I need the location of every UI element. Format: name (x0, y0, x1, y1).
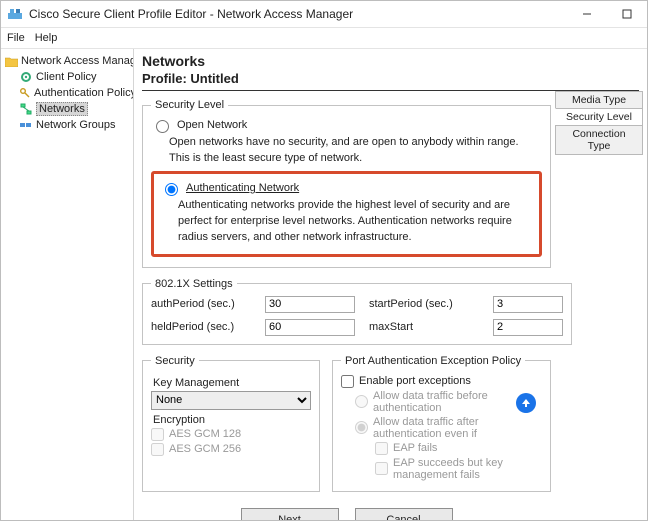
maxstart-input[interactable] (493, 319, 563, 336)
open-network-radio[interactable] (156, 120, 169, 133)
tree-item-auth-policy[interactable]: Authentication Policy (3, 85, 133, 101)
security-level-legend: Security Level (151, 99, 228, 111)
tab-security-level[interactable]: Security Level (555, 108, 643, 126)
security-level-group: Security Level Open Network Open network… (142, 99, 551, 268)
content-pane: Networks Profile: Untitled Media Type Se… (134, 49, 647, 520)
cancel-button[interactable]: Cancel (355, 508, 453, 520)
port-policy-group: Port Authentication Exception Policy Ena… (332, 355, 551, 492)
maxstart-label: maxStart (369, 321, 479, 333)
startperiod-input[interactable] (493, 296, 563, 313)
menu-file[interactable]: File (7, 32, 25, 44)
tree-item-client-policy[interactable]: Client Policy (3, 69, 133, 85)
profile-title: Profile: Untitled (142, 71, 639, 86)
heldperiod-label: heldPeriod (sec.) (151, 321, 251, 333)
enc-opt-0[interactable]: AES GCM 128 (151, 428, 311, 441)
allow-before-auth: Allow data traffic before authentication (355, 390, 542, 414)
window-title: Cisco Secure Client Profile Editor - Net… (29, 7, 567, 21)
tree-root[interactable]: Network Access Manager (3, 53, 133, 69)
allow-before-auth-radio (355, 395, 368, 408)
enc-opt-1-checkbox[interactable] (151, 443, 164, 456)
open-network-desc: Open networks have no security, and are … (169, 135, 542, 167)
authperiod-input[interactable] (265, 296, 355, 313)
dot1x-group: 802.1X Settings authPeriod (sec.) startP… (142, 278, 572, 345)
tree-item-networks[interactable]: Networks (3, 101, 133, 117)
open-network-label: Open Network (177, 119, 247, 131)
auth-network-label: Authenticating Network (186, 182, 299, 194)
group-icon (19, 118, 33, 132)
eap-succeeds-checkbox (375, 462, 388, 475)
menubar: File Help (1, 28, 647, 49)
startperiod-label: startPeriod (sec.) (369, 298, 479, 310)
tab-connection-type[interactable]: Connection Type (555, 125, 643, 155)
titlebar: Cisco Secure Client Profile Editor - Net… (1, 1, 647, 28)
encryption-label: Encryption (153, 414, 311, 426)
security-group: Security Key Management None Encryption … (142, 355, 320, 492)
page-title: Networks (142, 53, 639, 69)
side-tabs: Media Type Security Level Connection Typ… (555, 91, 643, 154)
allow-after-auth: Allow data traffic after authentication … (355, 416, 542, 440)
key-icon (19, 86, 31, 100)
next-button[interactable]: Next (241, 508, 339, 520)
authperiod-label: authPeriod (sec.) (151, 298, 251, 310)
folder-icon (5, 54, 18, 68)
network-icon (19, 102, 33, 116)
enc-opt-0-checkbox[interactable] (151, 428, 164, 441)
keymgmt-label: Key Management (153, 377, 311, 389)
menu-help[interactable]: Help (35, 32, 58, 44)
tab-media-type[interactable]: Media Type (555, 91, 643, 109)
eap-succeeds: EAP succeeds but key management fails (375, 457, 542, 481)
enable-port-exceptions-checkbox[interactable] (341, 375, 354, 388)
enable-port-exceptions[interactable]: Enable port exceptions (341, 375, 542, 388)
app-icon (7, 6, 23, 22)
footer-buttons: Next Cancel (142, 502, 551, 520)
nav-tree: Network Access Manager Client Policy Aut… (1, 49, 134, 520)
heldperiod-input[interactable] (265, 319, 355, 336)
gear-icon (19, 70, 33, 84)
maximize-button[interactable] (607, 1, 647, 27)
window: Cisco Secure Client Profile Editor - Net… (0, 0, 648, 521)
eap-fails: EAP fails (375, 442, 542, 455)
dot1x-legend: 802.1X Settings (151, 278, 237, 290)
security-legend: Security (151, 355, 199, 367)
port-policy-legend: Port Authentication Exception Policy (341, 355, 525, 367)
minimize-button[interactable] (567, 1, 607, 27)
auth-network-desc: Authenticating networks provide the high… (178, 198, 533, 246)
allow-after-auth-radio (355, 421, 368, 434)
auth-network-highlight: Authenticating Network Authenticating ne… (151, 171, 542, 257)
eap-fails-checkbox (375, 442, 388, 455)
enc-opt-1[interactable]: AES GCM 256 (151, 443, 311, 456)
tree-item-network-groups[interactable]: Network Groups (3, 117, 133, 133)
auth-network-radio[interactable] (165, 183, 178, 196)
keymgmt-select[interactable]: None (151, 391, 311, 410)
